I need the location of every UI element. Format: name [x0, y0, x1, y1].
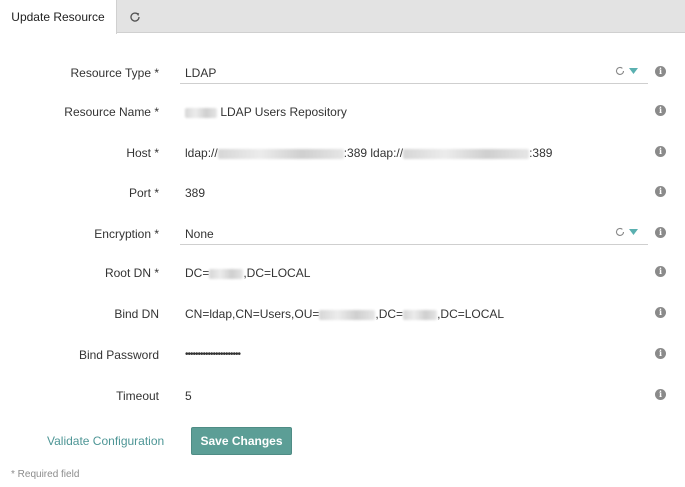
- bind-dn-mid: ,DC=: [375, 307, 404, 321]
- caret-down-icon[interactable]: [629, 229, 638, 235]
- resource-name-row: Resource Name * LDAP Users Repository i: [0, 101, 685, 125]
- spinner-icon: [616, 227, 625, 236]
- resource-name-label: Resource Name *: [64, 105, 159, 119]
- redacted-text: [403, 148, 530, 159]
- refresh-icon: [130, 11, 140, 22]
- root-dn-label: Root DN *: [104, 266, 159, 280]
- port-row: Port * 389 i: [0, 182, 685, 206]
- port-field[interactable]: 389: [185, 186, 205, 200]
- save-changes-button[interactable]: Save Changes: [191, 427, 292, 455]
- encryption-select-icons: [615, 227, 638, 237]
- redacted-text: [319, 309, 376, 320]
- bind-dn-suffix: ,DC=LOCAL: [437, 307, 505, 321]
- info-icon[interactable]: i: [655, 146, 666, 157]
- required-field-note: * Required field: [11, 469, 80, 480]
- resource-type-label: Resource Type *: [70, 66, 160, 80]
- host-label: Host *: [126, 146, 159, 160]
- info-icon[interactable]: i: [655, 186, 666, 197]
- encryption-underline: [180, 244, 648, 245]
- host-prefix: ldap://: [185, 146, 218, 160]
- bind-dn-label: Bind DN: [114, 307, 159, 321]
- bind-password-label: Bind Password: [78, 348, 159, 362]
- redacted-text: [209, 268, 244, 279]
- info-icon[interactable]: i: [655, 227, 666, 238]
- resource-type-select[interactable]: LDAP: [185, 66, 216, 80]
- bind-password-row: Bind Password •••••••••••••••••••••• i: [0, 344, 685, 368]
- tab-update-resource[interactable]: Update Resource: [0, 0, 117, 34]
- root-dn-row: Root DN * DC= ,DC=LOCAL i: [0, 262, 685, 286]
- info-icon[interactable]: i: [655, 348, 666, 359]
- timeout-row: Timeout 5 i: [0, 385, 685, 409]
- host-field[interactable]: ldap:// :389 ldap:// :389: [185, 146, 552, 160]
- info-icon[interactable]: i: [655, 266, 666, 277]
- redacted-text: [185, 107, 217, 118]
- host-row: Host * ldap:// :389 ldap:// :389 i: [0, 142, 685, 166]
- encryption-select[interactable]: None: [185, 227, 214, 241]
- redacted-text: [217, 148, 344, 159]
- resource-name-value: LDAP Users Repository: [220, 105, 347, 119]
- info-icon[interactable]: i: [655, 307, 666, 318]
- info-icon[interactable]: i: [655, 389, 666, 400]
- bind-password-field[interactable]: ••••••••••••••••••••••: [185, 349, 241, 360]
- info-icon[interactable]: i: [655, 66, 666, 77]
- spinner-icon: [616, 66, 625, 75]
- info-icon[interactable]: i: [655, 105, 666, 116]
- bind-dn-row: Bind DN CN=ldap,CN=Users,OU= ,DC= ,DC=LOCA…: [0, 303, 685, 327]
- tab-bar: Update Resource: [0, 0, 685, 34]
- bind-dn-field[interactable]: CN=ldap,CN=Users,OU= ,DC= ,DC=LOCAL: [185, 307, 504, 321]
- resource-type-underline: [180, 83, 648, 84]
- port-label: Port *: [128, 186, 159, 200]
- resource-type-select-icons: [615, 66, 638, 76]
- host-suffix: :389: [529, 146, 553, 160]
- timeout-field[interactable]: 5: [185, 389, 192, 403]
- root-dn-suffix: ,DC=LOCAL: [243, 266, 311, 280]
- root-dn-prefix: DC=: [185, 266, 210, 280]
- refresh-tab-button[interactable]: [118, 0, 152, 33]
- caret-down-icon[interactable]: [629, 68, 638, 74]
- tab-label: Update Resource: [11, 10, 105, 24]
- encryption-label: Encryption *: [94, 227, 159, 241]
- bind-dn-prefix: CN=ldap,CN=Users,OU=: [185, 307, 320, 321]
- validate-configuration-link[interactable]: Validate Configuration: [47, 434, 164, 448]
- host-mid: :389 ldap://: [343, 146, 404, 160]
- timeout-label: Timeout: [116, 389, 159, 403]
- root-dn-field[interactable]: DC= ,DC=LOCAL: [185, 266, 310, 280]
- redacted-text: [403, 309, 438, 320]
- resource-name-field[interactable]: LDAP Users Repository: [185, 105, 347, 119]
